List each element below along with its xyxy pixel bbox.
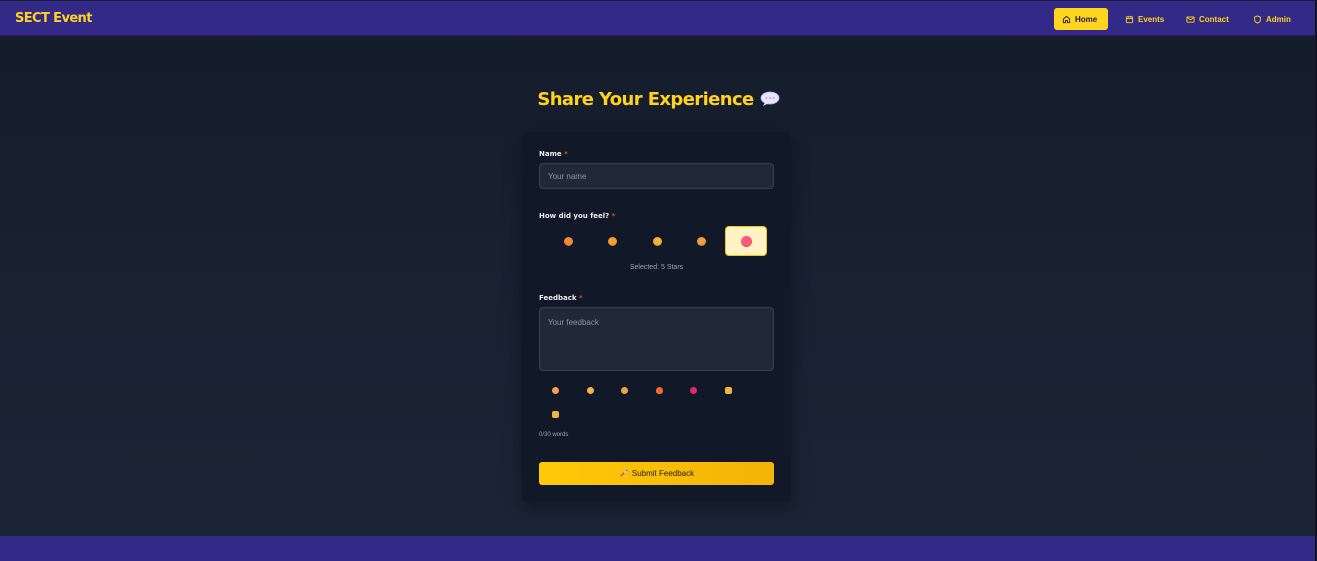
laughing-face-emoji-button[interactable] [615,382,633,398]
sad-face-icon [607,236,617,246]
name-input[interactable]: Your name [539,163,774,189]
nav-home-label: Home [1075,14,1098,24]
rocket-icon [619,469,628,477]
required-mark: * [578,294,583,302]
rating-3-button[interactable] [636,226,678,256]
required-mark: * [564,150,568,158]
feel-label-text: How did you feel? [539,212,610,220]
nav-events-label: Events [1138,14,1165,24]
shield-icon [1254,14,1261,24]
smiling-face-icon [696,236,706,246]
feedback-textarea[interactable]: Your feedback [539,307,774,371]
required-mark: * [611,212,616,220]
nav-contact-link[interactable]: Contact [1186,8,1229,30]
thumbs-up-emoji-button[interactable] [719,382,737,398]
expressionless-face-emoji [586,386,594,394]
mail-icon [1186,16,1195,23]
nav-home-button[interactable]: Home [1054,8,1108,30]
page-title: Share Your Experience [0,89,1317,112]
nav-events-link[interactable]: Events [1125,8,1164,30]
feedback-label: Feedback * [539,294,583,302]
nav-admin-label: Admin [1266,14,1291,24]
fire-emoji-button[interactable] [650,382,668,398]
brand-logo[interactable]: SECT Event [15,11,92,26]
thumbs-up-emoji [724,386,732,394]
rating-2-button[interactable] [591,226,633,256]
angry-face-icon [563,236,573,246]
grinning-face-emoji-button[interactable] [546,382,564,398]
rating-5-button[interactable] [725,226,767,256]
nav-contact-label: Contact [1199,14,1229,24]
thumbs-down-emoji-button[interactable] [546,406,564,422]
rating-4-button[interactable] [680,226,722,256]
rating-row [522,226,791,256]
word-count: 0/30 words [539,432,569,438]
selected-rating-text: Selected: 5 Stars [629,264,684,271]
nav-admin-link[interactable]: Admin [1253,8,1291,30]
name-label: Name * [539,150,568,158]
sparkling-heart-emoji [689,386,697,394]
grinning-face-emoji [551,386,559,394]
thumbs-down-emoji [551,410,559,418]
page: SECT Event Home Events Contact Admin Sha… [0,0,1317,561]
feel-label: How did you feel? * [539,212,615,220]
speech-bubble-icon [760,91,780,112]
expressionless-face-emoji-button[interactable] [581,382,599,398]
submit-label: Submit Feedback [631,469,695,478]
sparkling-heart-emoji-button[interactable] [684,382,702,398]
feedback-label-text: Feedback [539,294,577,302]
footer-bar [0,536,1317,561]
name-label-text: Name [539,150,562,158]
navbar: SECT Event Home Events Contact Admin [0,0,1317,36]
fire-emoji [655,386,663,394]
star-struck-face-icon [740,235,752,247]
feedback-placeholder: Your feedback [548,318,599,327]
neutral-face-icon [652,236,662,246]
laughing-face-emoji [620,386,628,394]
page-title-text: Share Your Experience [537,89,754,110]
feedback-form-card: Name * Your name How did you feel? * Sel… [522,132,791,502]
home-icon [1062,15,1071,23]
name-input-placeholder: Your name [548,172,587,181]
submit-feedback-button[interactable]: Submit Feedback [539,462,774,485]
calendar-icon [1125,15,1134,23]
rating-1-button[interactable] [547,226,589,256]
emoji-bar [539,382,774,422]
